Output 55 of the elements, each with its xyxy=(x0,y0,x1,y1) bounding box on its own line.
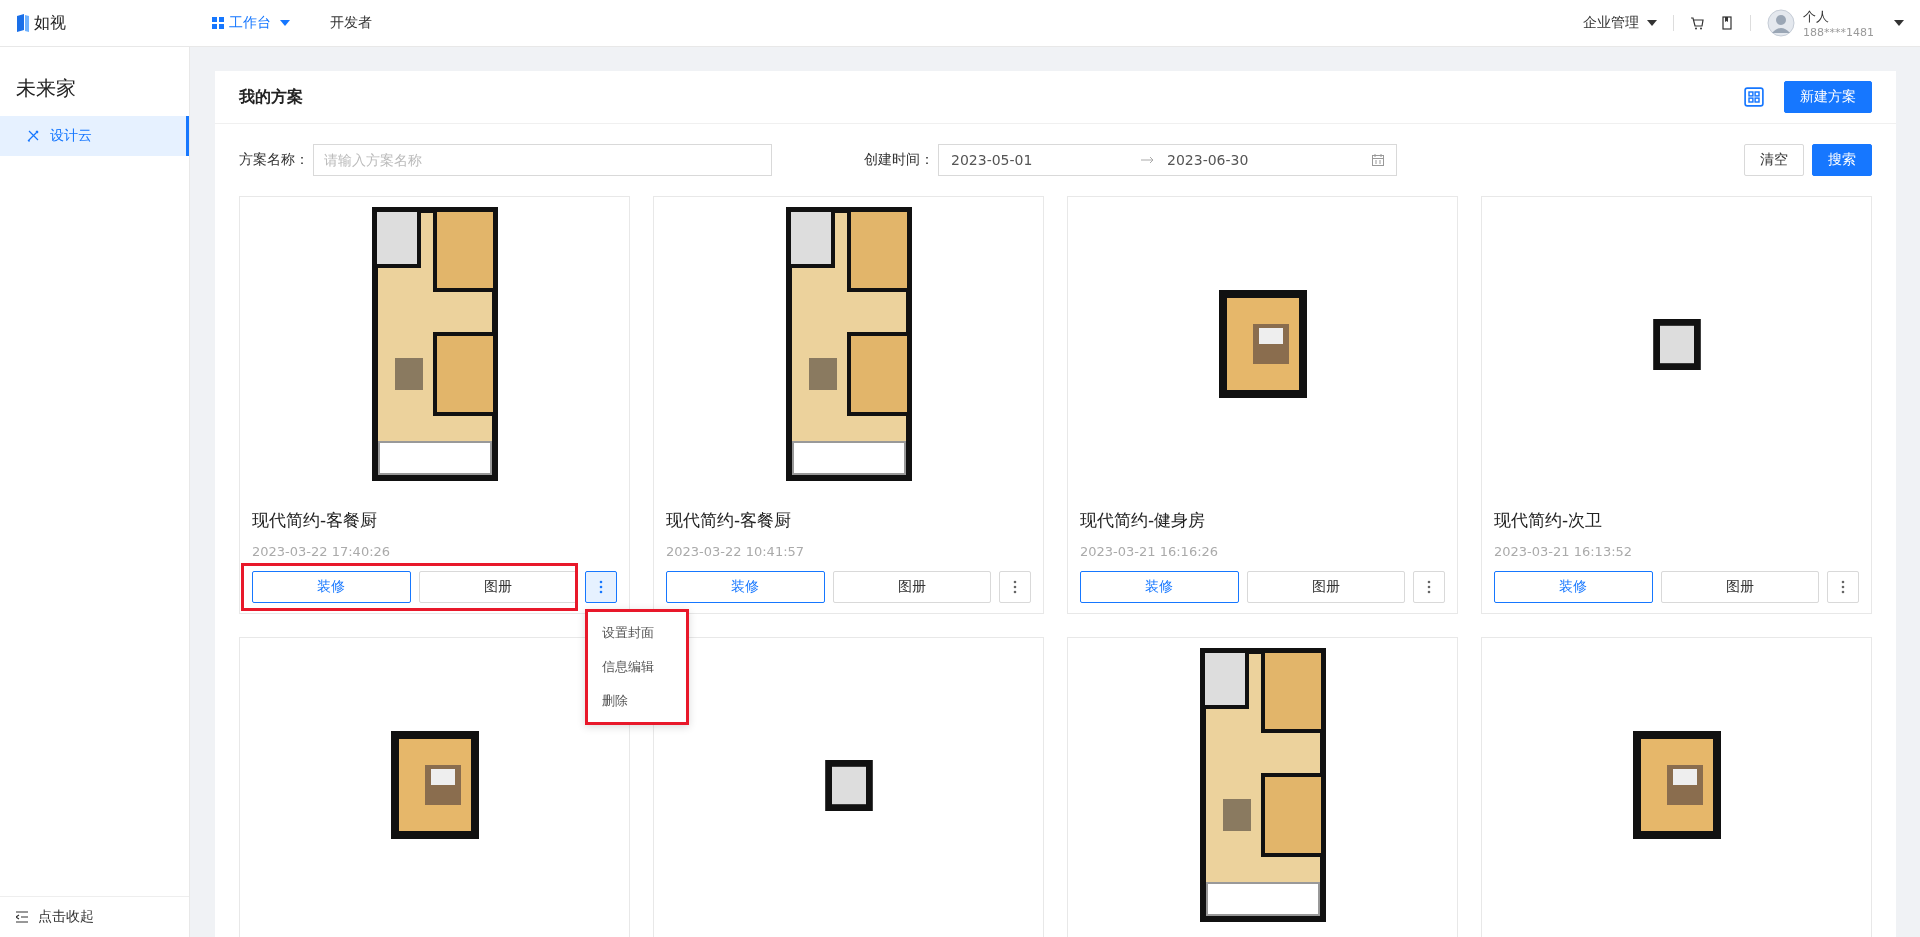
page-title: 我的方案 xyxy=(239,86,303,108)
avatar-icon[interactable] xyxy=(1767,9,1795,37)
more-icon xyxy=(599,580,603,594)
name-input[interactable]: 请输入方案名称 xyxy=(313,144,772,176)
cart-icon[interactable] xyxy=(1690,16,1704,30)
album-button[interactable]: 图册 xyxy=(418,571,577,603)
name-label: 方案名称： xyxy=(239,151,309,169)
decorate-button[interactable]: 装修 xyxy=(666,571,825,603)
plan-title: 现代简约-次卫 xyxy=(1493,509,1604,532)
grid-icon xyxy=(212,17,224,29)
floor-plan-drawing xyxy=(1652,318,1701,370)
clear-button[interactable]: 清空 xyxy=(1744,144,1804,176)
floor-plan-drawing xyxy=(824,759,873,811)
collapse-icon xyxy=(16,911,28,923)
search-button[interactable]: 搜索 xyxy=(1812,144,1872,176)
decorate-button[interactable]: 装修 xyxy=(1494,571,1653,603)
logo-icon xyxy=(16,13,30,33)
plan-title: 现代简约-健身房 xyxy=(1079,509,1207,532)
more-icon xyxy=(1427,580,1431,594)
more-icon xyxy=(1013,580,1017,594)
decorate-button[interactable]: 装修 xyxy=(1080,571,1239,603)
new-plan-button[interactable]: 新建方案 xyxy=(1784,81,1872,113)
plan-title: 现代简约-客餐厨 xyxy=(665,509,793,532)
menu-item[interactable]: 设置封面 xyxy=(588,616,686,650)
caret-icon xyxy=(280,20,290,26)
more-button[interactable] xyxy=(585,571,617,603)
org-menu[interactable]: 企业管理 xyxy=(1583,14,1657,32)
album-button[interactable]: 图册 xyxy=(1660,571,1819,603)
sidebar-item[interactable]: 设计云 xyxy=(0,116,189,156)
book-icon[interactable] xyxy=(1720,16,1734,30)
sidebar-title: 未来家 xyxy=(15,75,77,102)
calendar-icon xyxy=(1372,154,1384,166)
nav-tab[interactable]: 工作台 xyxy=(212,14,290,32)
album-button[interactable]: 图册 xyxy=(832,571,991,603)
plan-title: 现代简约-客餐厨 xyxy=(251,509,379,532)
date-range-field[interactable]: 2023-05-01 2023-06-30 xyxy=(938,144,1397,176)
date-label: 创建时间： xyxy=(864,151,934,169)
user-name: 个人 xyxy=(1803,7,1830,26)
plan-date: 2023-03-21 16:13:52 xyxy=(1493,543,1634,559)
collapse-button[interactable]: 点击收起 xyxy=(0,896,189,937)
more-icon xyxy=(1841,580,1845,594)
plan-date: 2023-03-22 10:41:57 xyxy=(665,543,806,559)
plan-date: 2023-03-21 16:16:26 xyxy=(1079,543,1220,559)
menu-item[interactable]: 信息编辑 xyxy=(588,650,686,684)
caret-icon[interactable] xyxy=(1894,20,1904,26)
album-button[interactable]: 图册 xyxy=(1246,571,1405,603)
user-phone: 188****1481 xyxy=(1803,25,1874,39)
decorate-button[interactable]: 装修 xyxy=(252,571,411,603)
nav-tab[interactable]: 开发者 xyxy=(330,14,372,32)
arrow-icon xyxy=(1141,156,1155,164)
plan-date: 2023-03-22 17:40:26 xyxy=(251,543,392,559)
menu-item[interactable]: 删除 xyxy=(588,684,686,718)
grid-view-icon[interactable] xyxy=(1744,87,1764,107)
brand-name: 如视 xyxy=(34,12,66,34)
caret-icon xyxy=(1647,20,1657,26)
